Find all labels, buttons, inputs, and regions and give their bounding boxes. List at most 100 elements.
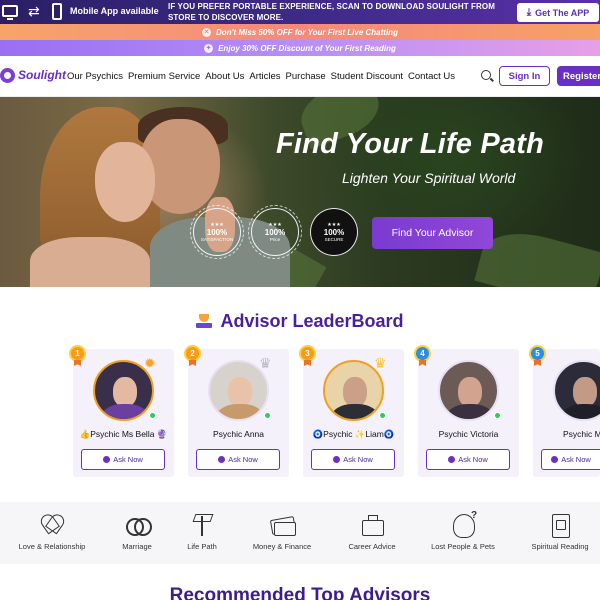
category-label: Money & Finance <box>252 542 312 551</box>
advisor-card[interactable]: 3 ♛ 🧿Psychic ✨Liam🧿 Ask Now <box>299 345 404 477</box>
ask-now-button[interactable]: Ask Now <box>196 449 280 470</box>
advisor-name[interactable]: 🧿Psychic ✨Liam🧿 <box>303 429 404 440</box>
category-label: Career Advice <box>348 542 396 551</box>
promo-strip-reading[interactable]: ✦ Enjoy 30% OFF Discount of Your First R… <box>0 40 600 56</box>
chat-icon <box>333 456 341 463</box>
register-button[interactable]: Register <box>557 66 600 86</box>
advisor-name[interactable]: 👍Psychic Ms Bella 🔮 <box>73 429 174 440</box>
online-status-icon <box>149 412 156 419</box>
hero-banner: Find Your Life Path Lighten Your Spiritu… <box>0 97 600 287</box>
sign-in-button[interactable]: Sign In <box>499 66 550 86</box>
avatar[interactable] <box>553 360 600 421</box>
category-label: Marriage <box>122 542 152 551</box>
avatar-face <box>573 377 597 407</box>
recommended-advisors-title: Recommended Top Advisors <box>169 585 431 600</box>
satisfaction-badge: ★★★ 100% SATISFACTION <box>190 205 244 259</box>
online-status-icon <box>379 412 386 419</box>
desktop-icon[interactable] <box>2 5 18 20</box>
category-lost-people[interactable]: Lost People & Pets <box>430 510 496 551</box>
category-money[interactable]: Money & Finance <box>249 510 315 551</box>
avatar-face <box>458 377 482 407</box>
logo-icon[interactable] <box>0 68 15 83</box>
promo-strip-chat[interactable]: ✕ Don't Miss 50% OFF for Your First Live… <box>0 24 600 40</box>
question-head-icon <box>449 510 477 538</box>
leaderboard-title-text: Advisor LeaderBoard <box>220 311 404 331</box>
get-app-button[interactable]: ⤓ Get The APP <box>517 3 599 22</box>
advisor-name[interactable]: Psychic Anna <box>188 429 289 439</box>
category-label: Spiritual Reading <box>531 542 589 551</box>
main-nav: Soulight Our Psychics Premium Service Ab… <box>0 56 600 97</box>
avatar-face <box>343 377 367 407</box>
ask-now-button[interactable]: Ask Now <box>426 449 510 470</box>
get-app-label: Get The APP <box>535 7 590 18</box>
nav-premium-service[interactable]: Premium Service <box>128 71 200 82</box>
search-icon[interactable] <box>481 70 491 80</box>
briefcase-icon <box>358 510 386 538</box>
advisor-name[interactable]: Psychic Victoria <box>418 429 519 439</box>
advisor-card[interactable]: 2 ♛ Psychic Anna Ask Now <box>184 345 289 477</box>
chat-icon <box>551 456 559 463</box>
hero-photo-couple <box>30 237 150 287</box>
foliage-decoration <box>474 222 600 287</box>
rank-badge: 5 <box>529 345 546 362</box>
category-label: Lost People & Pets <box>431 542 495 551</box>
avatar-body <box>216 404 264 419</box>
advisor-card[interactable]: 4 Psychic Victoria Ask Now <box>414 345 519 477</box>
find-advisor-button[interactable]: Find Your Advisor <box>372 217 493 249</box>
online-status-icon <box>264 412 271 419</box>
nav-purchase[interactable]: Purchase <box>286 71 326 82</box>
rank-badge: 2 <box>184 345 201 362</box>
crown-icon: ♛ <box>259 355 272 371</box>
avatar[interactable] <box>438 360 499 421</box>
advisor-card[interactable]: 5 Psychic M Ask Now <box>529 345 600 477</box>
promo-reading-text: Enjoy 30% OFF Discount of Your First Rea… <box>218 43 396 53</box>
category-spiritual-reading[interactable]: Spiritual Reading <box>528 510 592 551</box>
leaderboard-title: Advisor LeaderBoard <box>0 311 600 332</box>
nav-articles[interactable]: Articles <box>249 71 280 82</box>
laurel-wreath-icon <box>248 205 302 259</box>
ask-now-button[interactable]: Ask Now <box>311 449 395 470</box>
category-love[interactable]: Love & Relationship <box>16 510 88 551</box>
category-bar: Love & Relationship Marriage Life Path M… <box>0 502 600 564</box>
hearts-icon <box>38 510 66 538</box>
logo-text[interactable]: Soulight <box>18 68 66 82</box>
mobile-icon[interactable] <box>52 3 62 20</box>
chat-icon <box>448 456 456 463</box>
ask-now-button[interactable]: Ask Now <box>541 449 600 470</box>
secure-badge: ★★★ 100% SECURE <box>310 208 358 256</box>
download-icon: ⤓ <box>526 7 532 18</box>
close-icon[interactable]: ✕ <box>202 27 212 37</box>
ask-now-label: Ask Now <box>561 455 591 464</box>
online-status-icon <box>494 412 501 419</box>
category-label: Life Path <box>187 542 217 551</box>
badge-caption: SECURE <box>324 237 344 242</box>
ask-now-label: Ask Now <box>458 455 488 464</box>
ask-now-button[interactable]: Ask Now <box>81 449 165 470</box>
nav-student-discount[interactable]: Student Discount <box>331 71 403 82</box>
avatar-face <box>228 377 252 407</box>
chat-icon <box>103 456 111 463</box>
podium-icon <box>196 314 213 328</box>
nav-our-psychics[interactable]: Our Psychics <box>67 71 123 82</box>
category-career[interactable]: Career Advice <box>344 510 400 551</box>
avatar-body <box>101 404 149 419</box>
avatar-body <box>561 404 600 419</box>
category-marriage[interactable]: Marriage <box>112 510 162 551</box>
category-life-path[interactable]: Life Path <box>180 510 224 551</box>
laurel-wreath-icon <box>190 205 244 259</box>
avatar-body <box>446 404 494 419</box>
advisor-card[interactable]: 1 ✹ 👍Psychic Ms Bella 🔮 Ask Now <box>69 345 174 477</box>
rank-badge: 4 <box>414 345 431 362</box>
nav-about-us[interactable]: About Us <box>205 71 244 82</box>
hero-photo-couple <box>95 142 155 222</box>
ask-now-label: Ask Now <box>343 455 373 464</box>
rings-icon <box>123 510 152 538</box>
advisor-name[interactable]: Psychic M <box>563 429 600 439</box>
nav-contact-us[interactable]: Contact Us <box>408 71 455 82</box>
ask-now-label: Ask Now <box>228 455 258 464</box>
download-promo-text: IF YOU PREFER PORTABLE EXPERIENCE, SCAN … <box>168 2 495 22</box>
swap-icon: ⇄ <box>28 3 40 19</box>
badge-value: 100% <box>323 228 345 237</box>
nav-links: Our Psychics Premium Service About Us Ar… <box>67 71 460 82</box>
rank-badge: 3 <box>299 345 316 362</box>
